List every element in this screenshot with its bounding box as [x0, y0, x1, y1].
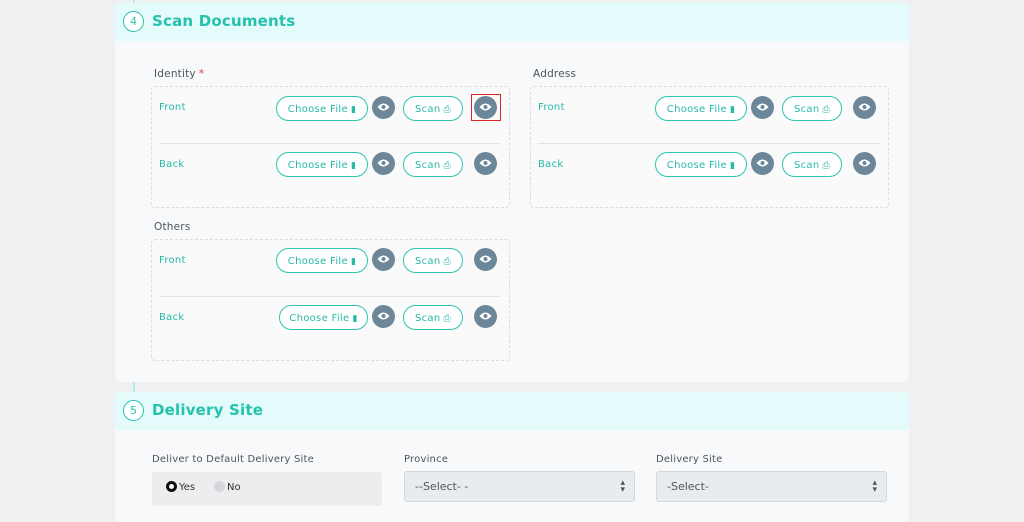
printer-icon: ⎙ [443, 105, 452, 115]
address-front-view-file-button[interactable] [751, 96, 774, 119]
eye-icon [858, 159, 871, 167]
default-site-radio-group: Yes No [152, 472, 382, 506]
address-label: Address [533, 68, 577, 80]
eye-icon [479, 312, 492, 320]
others-front-label: Front [159, 255, 186, 266]
divider [159, 296, 500, 297]
delivery-site-header: Delivery Site [115, 392, 909, 430]
radio-unselected-icon [214, 481, 225, 492]
highlight-box [471, 94, 501, 121]
eye-icon [756, 159, 769, 167]
others-back-choose-file-button[interactable]: Choose File ▮ [279, 305, 368, 330]
province-select-value: --Select- - [415, 480, 469, 493]
others-front-choose-file-button[interactable]: Choose File ▮ [276, 248, 368, 273]
step-badge-5: 5 [123, 400, 144, 421]
address-back-scan-button[interactable]: Scan ⎙ [782, 152, 842, 177]
eye-icon [377, 159, 390, 167]
address-front-choose-file-button[interactable]: Choose File ▮ [655, 96, 747, 121]
identity-back-label: Back [159, 159, 185, 170]
address-front-view-scan-button[interactable] [853, 96, 876, 119]
identity-front-scan-button[interactable]: Scan ⎙ [403, 96, 463, 121]
file-icon: ▮ [350, 105, 357, 115]
address-back-view-file-button[interactable] [751, 152, 774, 175]
required-mark: * [198, 68, 205, 80]
identity-label: Identity * [154, 68, 205, 80]
file-icon: ▮ [350, 257, 357, 267]
address-front-scan-button[interactable]: Scan ⎙ [782, 96, 842, 121]
default-site-label: Deliver to Default Delivery Site [152, 454, 314, 465]
identity-front-view-file-button[interactable] [372, 96, 395, 119]
province-label: Province [404, 454, 449, 465]
others-label: Others [154, 221, 191, 233]
file-icon: ▮ [729, 105, 736, 115]
identity-back-choose-file-button[interactable]: Choose File ▮ [276, 152, 368, 177]
identity-front-choose-file-button[interactable]: Choose File ▮ [276, 96, 368, 121]
eye-icon [377, 103, 390, 111]
delivery-site-label: Delivery Site [656, 454, 723, 465]
province-select[interactable]: --Select- - ▴ ▾ [404, 471, 635, 502]
others-back-scan-button[interactable]: Scan ⎙ [403, 305, 463, 330]
others-front-view-file-button[interactable] [372, 248, 395, 271]
identity-back-view-scan-button[interactable] [474, 152, 497, 175]
divider [538, 143, 879, 144]
others-back-view-scan-button[interactable] [474, 305, 497, 328]
delivery-site-select[interactable]: -Select- ▴ ▾ [656, 471, 887, 502]
address-back-choose-file-button[interactable]: Choose File ▮ [655, 152, 747, 177]
eye-icon [377, 255, 390, 263]
printer-icon: ⎙ [822, 105, 831, 115]
file-icon: ▮ [729, 161, 736, 171]
step-badge-4: 4 [123, 11, 144, 32]
address-back-label: Back [538, 159, 564, 170]
radio-yes[interactable]: Yes [166, 481, 195, 493]
scan-documents-header: Scan Documents [115, 3, 909, 41]
radio-no[interactable]: No [214, 481, 241, 493]
eye-icon [479, 159, 492, 167]
identity-back-view-file-button[interactable] [372, 152, 395, 175]
sort-arrows-icon: ▴ ▾ [620, 478, 625, 495]
eye-icon [858, 103, 871, 111]
scan-documents-title: Scan Documents [152, 12, 296, 30]
delivery-site-title: Delivery Site [152, 401, 264, 419]
radio-selected-icon [166, 481, 177, 492]
file-icon: ▮ [350, 161, 357, 171]
file-icon: ▮ [352, 314, 358, 324]
printer-icon: ⎙ [443, 161, 452, 171]
printer-icon: ⎙ [443, 257, 452, 267]
sort-arrows-icon: ▴ ▾ [872, 478, 877, 495]
delivery-site-select-value: -Select- [667, 480, 709, 493]
others-back-view-file-button[interactable] [372, 305, 395, 328]
address-front-label: Front [538, 102, 565, 113]
printer-icon: ⎙ [822, 161, 831, 171]
others-front-scan-button[interactable]: Scan ⎙ [403, 248, 463, 273]
eye-icon [756, 103, 769, 111]
eye-icon [479, 255, 492, 263]
others-front-view-scan-button[interactable] [474, 248, 497, 271]
others-back-label: Back [159, 312, 185, 323]
identity-back-scan-button[interactable]: Scan ⎙ [403, 152, 463, 177]
divider [159, 143, 500, 144]
address-back-view-scan-button[interactable] [853, 152, 876, 175]
printer-icon: ⎙ [443, 314, 452, 324]
identity-front-label: Front [159, 102, 186, 113]
eye-icon [377, 312, 390, 320]
